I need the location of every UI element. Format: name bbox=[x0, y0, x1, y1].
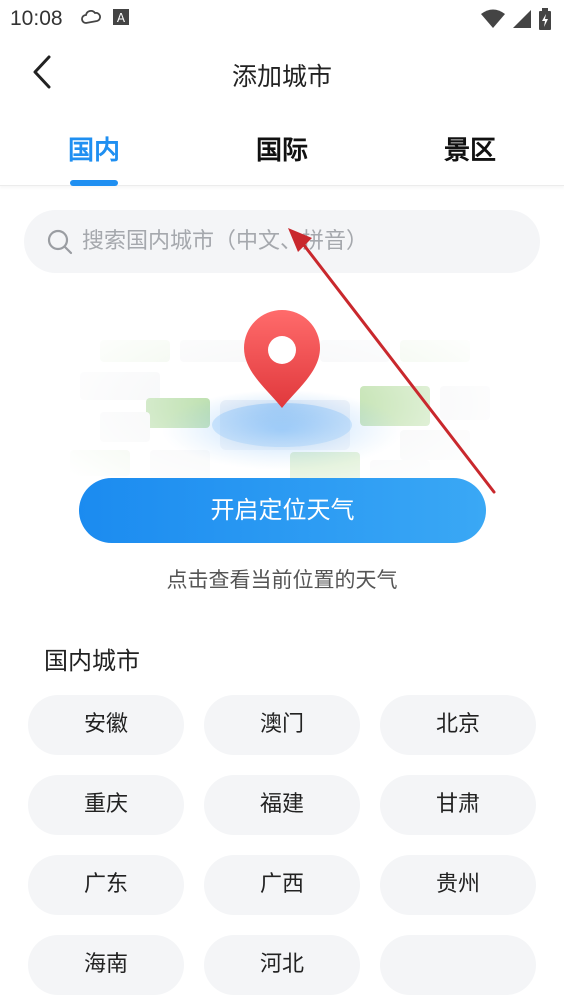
status-bar: 10:08 A bbox=[0, 0, 564, 40]
city-chip-fujian[interactable]: 福建 bbox=[204, 775, 360, 835]
page-title: 添加城市 bbox=[231, 62, 332, 91]
city-chip-hainan[interactable]: 海南 bbox=[28, 935, 184, 995]
city-chip-guangxi[interactable]: 广西 bbox=[204, 855, 360, 915]
status-time: 10:08 bbox=[10, 7, 63, 30]
text-a-icon: A bbox=[112, 8, 130, 30]
city-grid: 安徽 澳门 北京 重庆 福建 甘肃 广东 广西 贵州 海南 河北 bbox=[28, 695, 538, 995]
location-hint: 点击查看当前位置的天气 bbox=[166, 568, 398, 592]
active-tab-indicator bbox=[70, 180, 118, 186]
city-chip-gansu[interactable]: 甘肃 bbox=[380, 775, 536, 835]
status-right-icons bbox=[480, 8, 552, 34]
city-chip-anhui[interactable]: 安徽 bbox=[28, 695, 184, 755]
city-chip-beijing[interactable]: 北京 bbox=[380, 695, 536, 755]
search-icon bbox=[46, 228, 74, 256]
enable-location-weather-button[interactable]: 开启定位天气 bbox=[79, 478, 486, 543]
tab-domestic[interactable]: 国内 bbox=[14, 130, 174, 167]
battery-charging-icon bbox=[538, 8, 552, 34]
city-chip-macau[interactable]: 澳门 bbox=[204, 695, 360, 755]
tab-scenic[interactable]: 景区 bbox=[390, 130, 550, 167]
tab-international[interactable]: 国际 bbox=[202, 130, 362, 167]
city-chip-guizhou[interactable]: 贵州 bbox=[380, 855, 536, 915]
city-chip-hebei[interactable]: 河北 bbox=[204, 935, 360, 995]
cloud-icon bbox=[80, 8, 102, 30]
city-chip-partial[interactable] bbox=[380, 935, 536, 995]
status-left-icons: A bbox=[80, 8, 130, 30]
search-box[interactable] bbox=[24, 210, 540, 273]
wifi-icon bbox=[480, 9, 506, 33]
city-chip-guangdong[interactable]: 广东 bbox=[28, 855, 184, 915]
svg-text:A: A bbox=[117, 11, 126, 25]
section-title-domestic-cities: 国内城市 bbox=[44, 647, 140, 675]
search-input[interactable] bbox=[82, 229, 502, 254]
header: 添加城市 bbox=[0, 40, 564, 106]
city-chip-chongqing[interactable]: 重庆 bbox=[28, 775, 184, 835]
tab-bar: 国内 国际 景区 bbox=[0, 118, 564, 186]
location-illustration bbox=[60, 300, 500, 490]
signal-icon bbox=[512, 9, 532, 33]
